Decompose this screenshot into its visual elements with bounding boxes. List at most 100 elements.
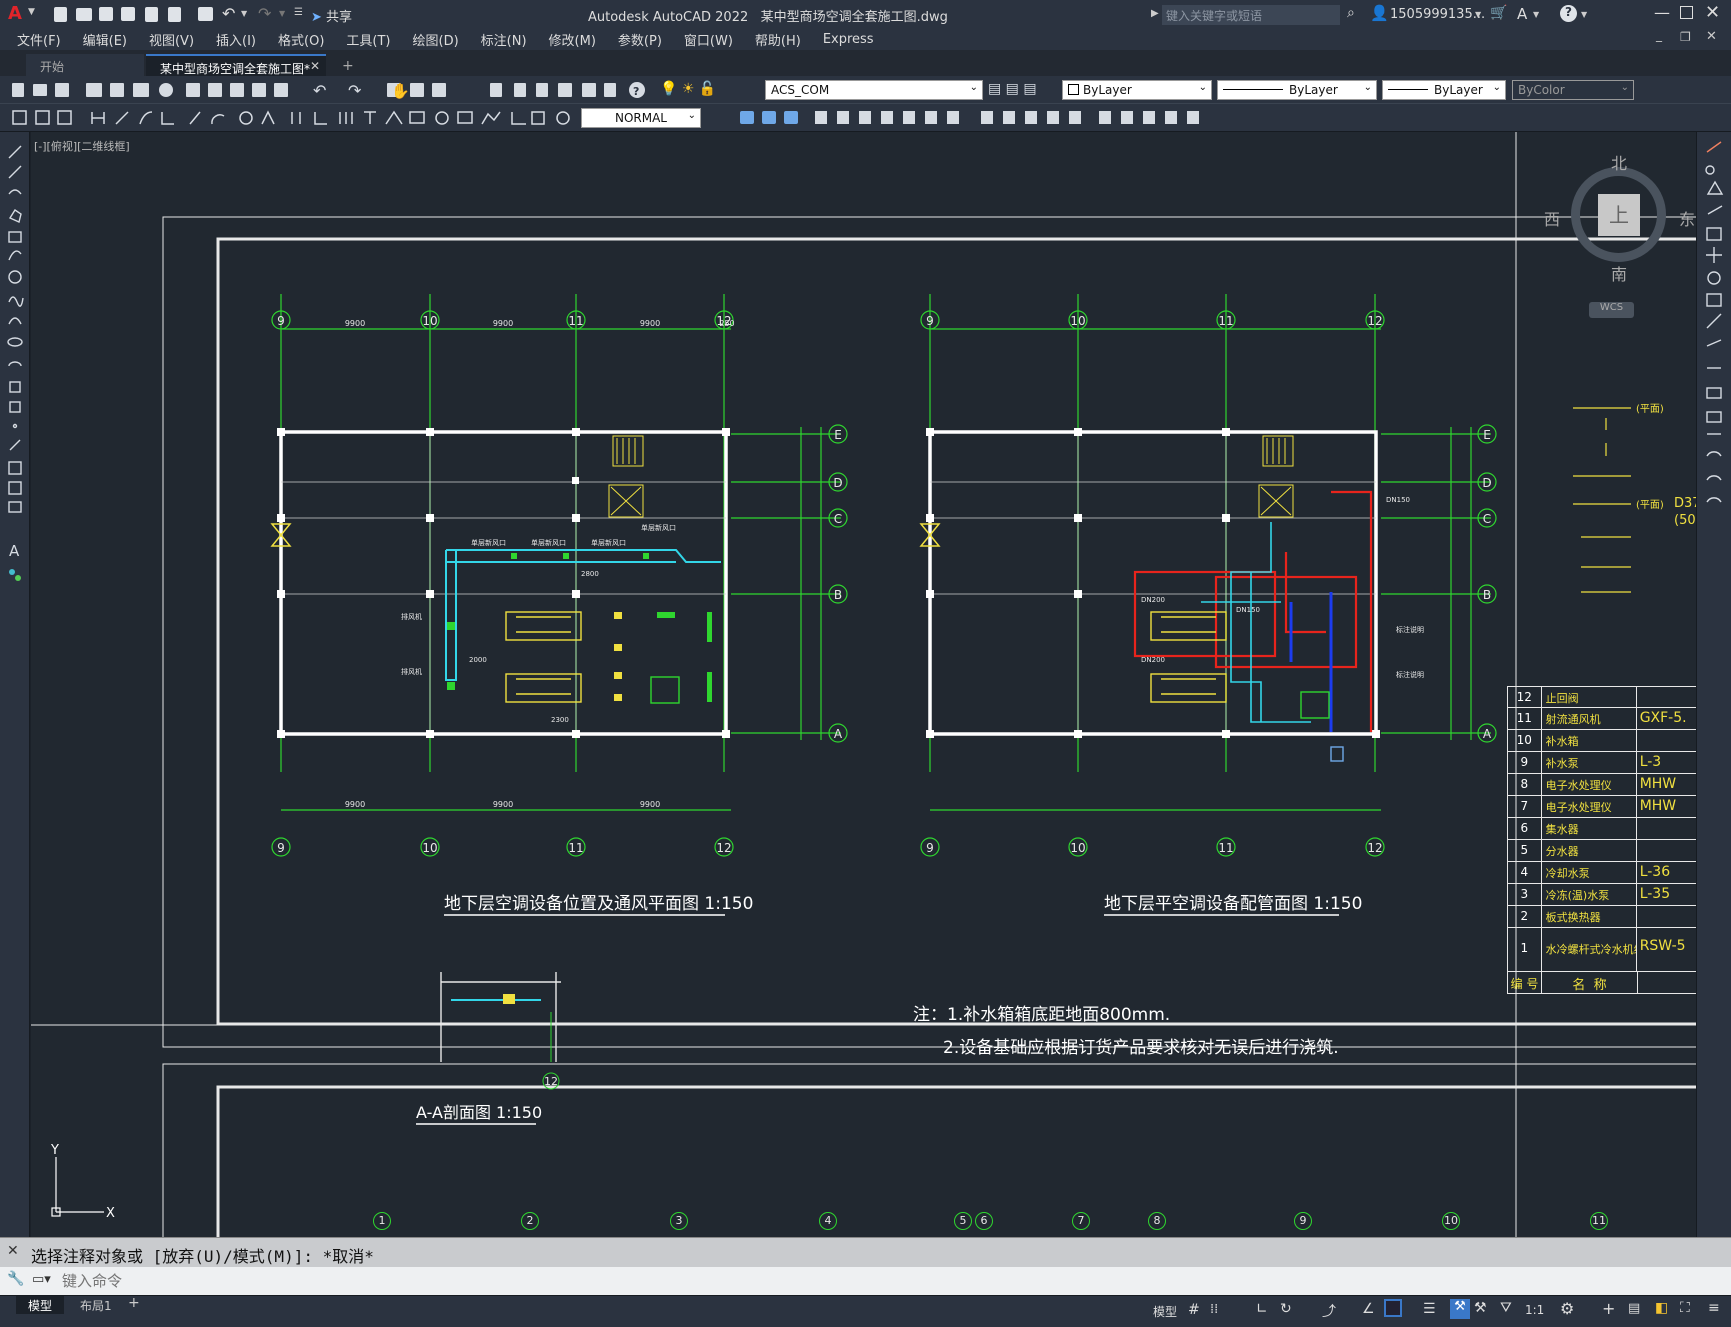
layer-state-icons[interactable]: 💡 ☀ 🔓 xyxy=(660,81,716,97)
menu-dimension[interactable]: 标注(N) xyxy=(470,30,538,49)
undo-dropdown-icon[interactable]: ▼ xyxy=(241,9,247,18)
menu-file[interactable]: 文件(F) xyxy=(6,30,72,49)
color-combo[interactable]: ByLayer ⌄ xyxy=(1062,80,1212,100)
annotation-scale-icon[interactable]: ⛛ xyxy=(1500,1300,1512,1316)
recent-commands-icon[interactable]: ▭▾ xyxy=(32,1272,51,1287)
layer-tools-icons[interactable]: ▤ ▤ ▤ xyxy=(988,81,1037,97)
plotstyle-combo[interactable]: ByColor ⌄ xyxy=(1512,80,1634,100)
doc-close-button[interactable]: ✕ xyxy=(1706,29,1717,44)
redo-icon[interactable]: ↷ xyxy=(258,4,271,23)
command-close-icon[interactable]: ✕ xyxy=(7,1243,19,1259)
settings-gear-icon[interactable]: ⚙ xyxy=(1560,1299,1574,1318)
menu-help[interactable]: 帮助(H) xyxy=(744,30,812,49)
app-logo[interactable]: A xyxy=(8,3,22,24)
help-dropdown-icon[interactable]: ▼ xyxy=(1581,10,1587,19)
menu-modify[interactable]: 修改(M) xyxy=(538,30,607,49)
redo-dropdown-icon[interactable]: ▼ xyxy=(279,9,285,18)
doc-restore-button[interactable]: ❐ xyxy=(1680,30,1691,44)
standard-toolbar-icons[interactable]: ? ↶ ↷ ✋ xyxy=(0,76,680,104)
ucs-combo[interactable]: ACS_COM ⌄ xyxy=(765,80,983,100)
osnap-icon[interactable]: ⤴ xyxy=(1322,1301,1336,1321)
new-tab-button[interactable]: + xyxy=(328,54,368,76)
selection-cycling-icon[interactable] xyxy=(1384,1299,1402,1317)
menu-parametric[interactable]: 参数(P) xyxy=(607,30,673,49)
connect-dropdown-icon[interactable]: ▼ xyxy=(1533,10,1539,19)
menu-tools[interactable]: 工具(T) xyxy=(335,30,401,49)
modify-tools[interactable] xyxy=(1697,132,1731,532)
compass-south[interactable]: 南 xyxy=(1611,261,1627,285)
open-web-icon[interactable] xyxy=(145,7,158,22)
save-icon[interactable] xyxy=(99,7,113,21)
menu-format[interactable]: 格式(O) xyxy=(267,30,335,49)
tab-start[interactable]: 开始 xyxy=(26,54,144,76)
lineweight-combo[interactable]: ByLayer ⌄ xyxy=(1382,80,1506,100)
modify-toolbar-icons[interactable] xyxy=(705,104,1225,132)
new-file-icon[interactable] xyxy=(54,7,67,22)
app-connect-icon[interactable]: A xyxy=(1517,5,1527,23)
dimension-toolbar-icons[interactable] xyxy=(0,104,580,132)
menu-edit[interactable]: 编辑(E) xyxy=(72,30,138,49)
dimstyle-combo[interactable]: NORMAL ⌄ xyxy=(581,108,701,128)
share-button[interactable]: ➤ 共享 xyxy=(311,6,352,25)
menu-insert[interactable]: 插入(I) xyxy=(205,30,267,49)
open-file-icon[interactable] xyxy=(76,8,92,21)
tab-close-icon[interactable]: ✕ xyxy=(310,59,320,73)
snap-icon[interactable]: ⁞⁞ xyxy=(1210,1302,1218,1317)
compass-west[interactable]: 西 xyxy=(1544,206,1560,230)
table-row: 3 冷冻(温)水泵 L-35 xyxy=(1507,884,1696,906)
menu-window[interactable]: 窗口(W) xyxy=(673,30,744,49)
compass-east[interactable]: 东 xyxy=(1679,206,1695,230)
menu-view[interactable]: 视图(V) xyxy=(138,30,205,49)
add-layout-button[interactable]: + xyxy=(128,1295,140,1311)
svg-text:单层新风口: 单层新风口 xyxy=(641,523,676,532)
drawing-canvas[interactable]: [-][俯视][二维线框] 9 10 11 12 9 10 11 12 E D … xyxy=(31,132,1696,1237)
draw-tools[interactable]: A xyxy=(0,132,30,592)
minimize-button[interactable]: — xyxy=(1654,3,1670,22)
undo-icon[interactable]: ↶ xyxy=(222,4,235,23)
ortho-icon[interactable]: ∟ xyxy=(1256,1301,1268,1317)
close-button[interactable]: ✕ xyxy=(1705,2,1720,23)
linetype-combo[interactable]: ByLayer ⌄ xyxy=(1217,80,1377,100)
compass-north[interactable]: 北 xyxy=(1611,150,1627,174)
dynamic-ucs-icon[interactable]: ∠ xyxy=(1362,1301,1375,1317)
tab-document[interactable]: 某中型商场空调全套施工图* ✕ xyxy=(146,54,326,76)
user-dropdown-icon[interactable]: ▼ xyxy=(1475,10,1481,19)
search-icon[interactable]: ⌕ xyxy=(1347,5,1355,21)
menu-draw[interactable]: 绘图(D) xyxy=(402,30,470,49)
app-menu-arrow-icon[interactable]: ▼ xyxy=(28,7,35,17)
layout-tab-model[interactable]: 模型 xyxy=(16,1296,65,1314)
doc-minimize-button[interactable]: _ xyxy=(1656,28,1662,42)
user-icon[interactable]: 👤 xyxy=(1370,4,1389,22)
save-as-icon[interactable] xyxy=(121,7,135,21)
search-expand-icon[interactable]: ▶ xyxy=(1151,8,1159,19)
annotation-scale-value[interactable]: 1:1 xyxy=(1525,1303,1544,1317)
svg-text:9900: 9900 xyxy=(345,800,365,809)
polar-icon[interactable]: ↻ xyxy=(1280,1301,1292,1317)
isolate-objects-icon[interactable]: ◧ xyxy=(1655,1300,1668,1316)
help-icon[interactable]: ? xyxy=(1560,5,1577,22)
plot-icon[interactable] xyxy=(198,7,213,21)
lineweight-icon[interactable]: ☰ xyxy=(1423,1301,1436,1317)
quick-properties-icon[interactable]: ▤ xyxy=(1628,1301,1640,1316)
autoscale-icon[interactable]: ⚒ xyxy=(1474,1300,1487,1316)
annotation-visibility-icon[interactable]: ⚒ xyxy=(1450,1299,1470,1319)
search-field[interactable]: 键入关键字或短语 xyxy=(1162,5,1340,25)
cart-icon[interactable]: 🛒 xyxy=(1490,5,1507,21)
viewcube[interactable]: 上 北 南 西 东 xyxy=(1544,154,1695,284)
plus-icon[interactable]: + xyxy=(1602,1299,1615,1318)
command-input[interactable] xyxy=(62,1271,1702,1291)
user-account[interactable]: 1505999135... xyxy=(1390,7,1485,22)
qat-more-icon[interactable]: ☰ xyxy=(294,7,303,18)
maximize-button[interactable] xyxy=(1680,6,1693,19)
model-space-button[interactable]: 模型 xyxy=(1153,1303,1177,1320)
layout-tab-layout1[interactable]: 布局1 xyxy=(72,1296,120,1314)
viewcube-top-face[interactable]: 上 xyxy=(1598,194,1640,236)
table-cell-no: 4 xyxy=(1508,862,1542,883)
wcs-menu[interactable]: WCS xyxy=(1589,302,1634,318)
clean-screen-icon[interactable]: ⛶ xyxy=(1680,1300,1690,1316)
grid-icon[interactable]: # xyxy=(1188,1302,1200,1318)
save-web-icon[interactable] xyxy=(168,7,181,22)
customize-icon[interactable]: 🔧 xyxy=(7,1271,24,1287)
customization-icon[interactable]: ≡ xyxy=(1708,1300,1720,1316)
menu-express[interactable]: Express xyxy=(812,32,885,47)
